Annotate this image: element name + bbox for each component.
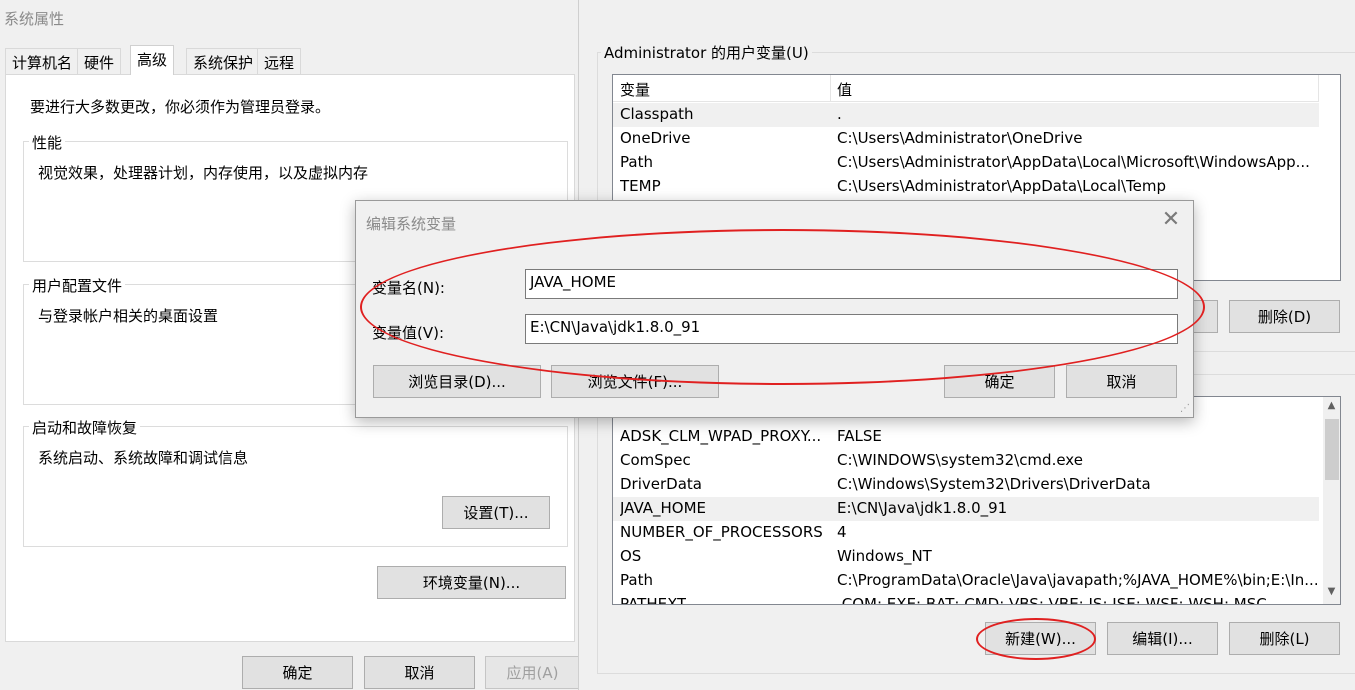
var-value: C:\ProgramData\Oracle\Java\javapath;%JAV… [837,571,1317,589]
variable-value-input[interactable]: E:\CN\Java\jdk1.8.0_91 [525,314,1178,344]
var-name: Classpath [620,105,694,123]
dialog-title: 编辑系统变量 [366,215,457,233]
user-profiles-label: 用户配置文件 [29,275,126,296]
list-item[interactable]: NUMBER_OF_PROCESSORS 4 [613,521,1340,545]
list-item[interactable]: Path C:\ProgramData\Oracle\Java\javapath… [613,569,1340,593]
var-value: C:\WINDOWS\system32\cmd.exe [837,451,1083,469]
var-value: C:\Windows\System32\Drivers\DriverData [837,475,1151,493]
ok-button[interactable]: 确定 [242,656,353,689]
var-name: NUMBER_OF_PROCESSORS [620,523,823,541]
dialog-ok-button[interactable]: 确定 [944,365,1055,398]
system-vars-list[interactable]: ADSK_CLM_WPAD_PROXY... FALSE ComSpec C:\… [612,396,1341,605]
list-item[interactable]: OneDrive C:\Users\Administrator\OneDrive [613,127,1340,151]
header-separator [1318,75,1319,102]
tab-system-protection[interactable]: 系统保护 [186,48,261,74]
var-value: FALSE [837,427,882,445]
cancel-button[interactable]: 取消 [364,656,475,689]
header-variable[interactable]: 变量 [620,79,650,100]
list-item[interactable]: TEMP C:\Users\Administrator\AppData\Loca… [613,175,1340,199]
admin-note: 要进行大多数更改，你必须作为管理员登录。 [30,98,331,116]
var-name: JAVA_HOME [620,499,707,517]
browse-directory-button[interactable]: 浏览目录(D)... [373,365,541,398]
list-item[interactable]: Classpath . [613,103,1319,127]
list-item[interactable]: PATHEXT .COM;.EXE;.BAT;.CMD;.VBS;.VBE;.J… [613,593,1340,605]
new-button[interactable]: 新建(W)... [985,622,1096,655]
var-value: . [837,105,842,123]
delete-button[interactable]: 删除(L) [1229,622,1340,655]
tab-hardware[interactable]: 硬件 [77,48,122,74]
environment-variables-button[interactable]: 环境变量(N)... [377,566,566,599]
startup-recovery-desc: 系统启动、系统故障和调试信息 [38,449,249,467]
user-delete-button[interactable]: 删除(D) [1229,300,1340,333]
dialog-cancel-button[interactable]: 取消 [1066,365,1177,398]
var-value: C:\Users\Administrator\AppData\Local\Tem… [837,177,1167,195]
scroll-thumb[interactable] [1325,419,1339,480]
var-name: PATHEXT [620,595,687,605]
user-vars-group-label: Administrator 的用户变量(U) [601,42,812,63]
variable-value-label: 变量值(V): [372,324,445,342]
user-vars-header: 变量 值 [613,75,1319,102]
var-name: DriverData [620,475,702,493]
var-name: ComSpec [620,451,691,469]
var-name: OneDrive [620,129,691,147]
user-profiles-desc: 与登录帐户相关的桌面设置 [38,307,219,325]
var-value: C:\Users\Administrator\AppData\Local\Mic… [837,153,1310,171]
list-item[interactable]: Path C:\Users\Administrator\AppData\Loca… [613,151,1340,175]
apply-button[interactable]: 应用(A) [485,656,580,689]
list-item[interactable]: ADSK_CLM_WPAD_PROXY... FALSE [613,425,1340,449]
scroll-down-icon[interactable]: ▼ [1323,586,1340,597]
system-vars-scrollbar[interactable]: ▲ ▼ [1323,397,1340,604]
tab-advanced[interactable]: 高级 [130,45,175,75]
var-value: E:\CN\Java\jdk1.8.0_91 [837,499,1008,517]
tab-remote[interactable]: 远程 [257,48,302,74]
window-title: 系统属性 [4,10,65,28]
var-value: .COM;.EXE;.BAT;.CMD;.VBS;.VBE;.JS;.JSE;.… [837,595,1267,605]
var-name: TEMP [620,177,661,195]
var-name: ADSK_CLM_WPAD_PROXY... [620,427,822,445]
list-item-selected[interactable]: JAVA_HOME E:\CN\Java\jdk1.8.0_91 [613,497,1319,521]
edit-system-variable-dialog: 编辑系统变量 ✕ 变量名(N): JAVA_HOME 变量值(V): E:\CN… [355,200,1194,418]
var-name: OS [620,547,642,565]
var-name: Path [620,571,653,589]
startup-settings-button[interactable]: 设置(T)... [442,496,550,529]
list-item[interactable]: ComSpec C:\WINDOWS\system32\cmd.exe [613,449,1340,473]
performance-desc: 视觉效果，处理器计划，内存使用，以及虚拟内存 [38,164,369,182]
close-icon[interactable]: ✕ [1159,207,1183,232]
header-separator [830,75,831,102]
tab-computer-name[interactable]: 计算机名 [5,48,80,74]
scroll-up-icon[interactable]: ▲ [1323,400,1340,411]
browse-file-button[interactable]: 浏览文件(F)... [551,365,719,398]
edit-button[interactable]: 编辑(I)... [1107,622,1218,655]
list-item[interactable]: OS Windows_NT [613,545,1340,569]
resize-grip-icon[interactable]: ⋰ [1180,403,1190,414]
var-name: Path [620,153,653,171]
var-value: 4 [837,523,847,541]
var-value: C:\Users\Administrator\OneDrive [837,129,1083,147]
var-value: Windows_NT [837,547,932,565]
startup-recovery-label: 启动和故障恢复 [29,417,141,438]
variable-name-label: 变量名(N): [372,279,445,297]
list-item[interactable]: DriverData C:\Windows\System32\Drivers\D… [613,473,1340,497]
performance-label: 性能 [29,132,66,153]
variable-name-input[interactable]: JAVA_HOME [525,269,1178,299]
header-value[interactable]: 值 [837,79,852,100]
